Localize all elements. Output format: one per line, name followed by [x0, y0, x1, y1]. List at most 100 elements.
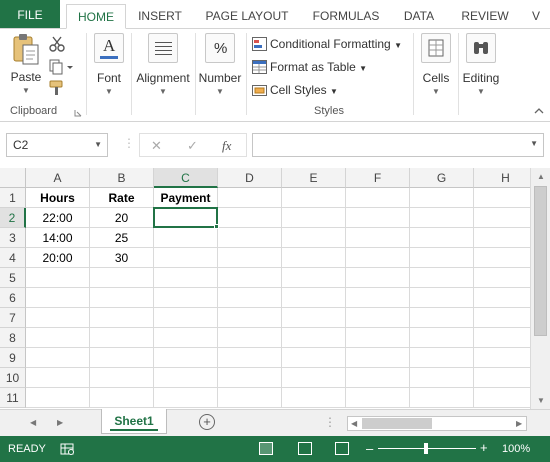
cell-d11[interactable] — [218, 388, 282, 408]
cell-d10[interactable] — [218, 368, 282, 388]
zoom-out-icon[interactable]: – — [366, 441, 373, 456]
cell-g9[interactable] — [410, 348, 474, 368]
cell-f1[interactable] — [346, 188, 410, 208]
cell-b2[interactable]: 20 — [90, 208, 154, 228]
row-header-3[interactable]: 3 — [0, 228, 26, 248]
cell-b10[interactable] — [90, 368, 154, 388]
cell-c7[interactable] — [154, 308, 218, 328]
cell-f8[interactable] — [346, 328, 410, 348]
cancel-icon[interactable]: ✕ — [151, 138, 162, 154]
cell-d6[interactable] — [218, 288, 282, 308]
tab-review[interactable]: REVIEW — [455, 4, 515, 29]
expand-formula-icon[interactable]: ▼ — [530, 139, 538, 148]
sheet-tab-sheet1[interactable]: Sheet1 — [101, 409, 167, 434]
copy-icon[interactable] — [49, 59, 73, 75]
cell-g8[interactable] — [410, 328, 474, 348]
cell-h8[interactable] — [474, 328, 538, 348]
cell-h9[interactable] — [474, 348, 538, 368]
scroll-right-icon[interactable]: ▶ — [516, 419, 522, 428]
row-header-2[interactable]: 2 — [0, 208, 26, 228]
row-header-7[interactable]: 7 — [0, 308, 26, 328]
tab-data[interactable]: DATA — [396, 4, 442, 29]
cell-b7[interactable] — [90, 308, 154, 328]
cell-a4[interactable]: 20:00 — [26, 248, 90, 268]
cell-f11[interactable] — [346, 388, 410, 408]
cell-b5[interactable] — [90, 268, 154, 288]
cell-a11[interactable] — [26, 388, 90, 408]
cell-a6[interactable] — [26, 288, 90, 308]
select-all-corner[interactable] — [0, 168, 26, 188]
fill-handle[interactable] — [214, 224, 219, 229]
cell-e10[interactable] — [282, 368, 346, 388]
column-header-d[interactable]: D — [218, 168, 282, 188]
cell-d2[interactable] — [218, 208, 282, 228]
cell-c5[interactable] — [154, 268, 218, 288]
cell-a10[interactable] — [26, 368, 90, 388]
font-button[interactable]: A Font ▼ — [92, 33, 126, 97]
cell-d8[interactable] — [218, 328, 282, 348]
cell-g10[interactable] — [410, 368, 474, 388]
cell-d3[interactable] — [218, 228, 282, 248]
cell-b8[interactable] — [90, 328, 154, 348]
cell-f3[interactable] — [346, 228, 410, 248]
cell-h1[interactable] — [474, 188, 538, 208]
vertical-scrollbar[interactable]: ▲ ▼ — [530, 168, 550, 409]
cell-a7[interactable] — [26, 308, 90, 328]
cell-g5[interactable] — [410, 268, 474, 288]
cell-h2[interactable] — [474, 208, 538, 228]
cell-g2[interactable] — [410, 208, 474, 228]
cell-e4[interactable] — [282, 248, 346, 268]
cell-e8[interactable] — [282, 328, 346, 348]
number-button[interactable]: % Number ▼ — [198, 33, 242, 97]
cell-f6[interactable] — [346, 288, 410, 308]
cell-c4[interactable] — [154, 248, 218, 268]
cell-h5[interactable] — [474, 268, 538, 288]
row-header-11[interactable]: 11 — [0, 388, 26, 408]
cell-h3[interactable] — [474, 228, 538, 248]
column-header-e[interactable]: E — [282, 168, 346, 188]
cell-h4[interactable] — [474, 248, 538, 268]
cell-c8[interactable] — [154, 328, 218, 348]
cell-c9[interactable] — [154, 348, 218, 368]
column-header-b[interactable]: B — [90, 168, 154, 188]
collapse-ribbon-icon[interactable] — [534, 107, 544, 115]
zoom-slider-thumb[interactable] — [424, 443, 428, 454]
column-header-f[interactable]: F — [346, 168, 410, 188]
name-box[interactable]: C2 ▼ — [6, 133, 108, 157]
cell-a8[interactable] — [26, 328, 90, 348]
cell-f9[interactable] — [346, 348, 410, 368]
cell-f7[interactable] — [346, 308, 410, 328]
zoom-in-icon[interactable]: + — [480, 440, 488, 455]
cell-e5[interactable] — [282, 268, 346, 288]
cell-a1[interactable]: Hours — [26, 188, 90, 208]
tab-file[interactable]: FILE — [0, 0, 60, 29]
cell-h11[interactable] — [474, 388, 538, 408]
dialog-launcher-icon[interactable] — [74, 109, 82, 117]
page-layout-view-icon[interactable] — [298, 442, 312, 455]
add-sheet-icon[interactable]: + — [199, 414, 215, 430]
cell-a2[interactable]: 22:00 — [26, 208, 90, 228]
scroll-down-icon[interactable]: ▼ — [537, 396, 545, 405]
cell-e3[interactable] — [282, 228, 346, 248]
cell-d5[interactable] — [218, 268, 282, 288]
cell-h10[interactable] — [474, 368, 538, 388]
column-header-h[interactable]: H — [474, 168, 538, 188]
paste-dropdown-icon[interactable]: ▼ — [6, 86, 46, 96]
cell-g3[interactable] — [410, 228, 474, 248]
cell-b1[interactable]: Rate — [90, 188, 154, 208]
alignment-button[interactable]: Alignment ▼ — [135, 33, 191, 97]
column-header-g[interactable]: G — [410, 168, 474, 188]
cell-f5[interactable] — [346, 268, 410, 288]
cell-f4[interactable] — [346, 248, 410, 268]
cell-e6[interactable] — [282, 288, 346, 308]
cell-c10[interactable] — [154, 368, 218, 388]
cell-g11[interactable] — [410, 388, 474, 408]
horizontal-scroll-thumb[interactable] — [362, 418, 432, 429]
cell-h7[interactable] — [474, 308, 538, 328]
paste-button[interactable]: Paste ▼ — [6, 33, 46, 96]
normal-view-icon[interactable] — [259, 442, 273, 455]
tab-home[interactable]: HOME — [66, 4, 126, 29]
row-header-6[interactable]: 6 — [0, 288, 26, 308]
cell-a3[interactable]: 14:00 — [26, 228, 90, 248]
cell-d9[interactable] — [218, 348, 282, 368]
